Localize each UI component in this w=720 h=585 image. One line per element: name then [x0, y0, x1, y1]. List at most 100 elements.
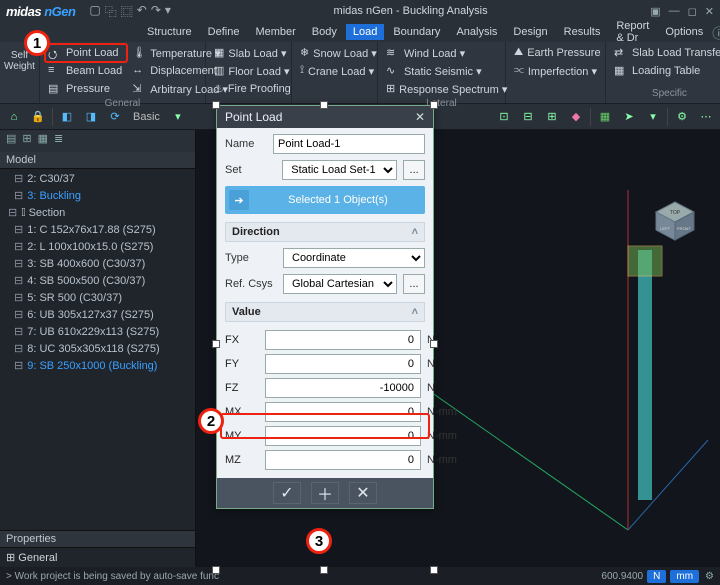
- menu-design[interactable]: Design: [506, 24, 554, 40]
- tab-props-icon[interactable]: ≣: [54, 132, 63, 150]
- help-icon[interactable]: ▣: [650, 5, 660, 18]
- model-header: Model: [0, 152, 195, 169]
- status-settings-icon[interactable]: ⚙: [705, 571, 714, 582]
- tab-layers-icon[interactable]: ▦: [38, 132, 48, 150]
- grid-icon[interactable]: ▦: [595, 107, 615, 127]
- imperfection-button[interactable]: ⫗Imperfection ▾: [510, 62, 601, 80]
- loading-table-button[interactable]: ▦Loading Table: [610, 62, 720, 80]
- set-browse-button[interactable]: ...: [403, 160, 425, 180]
- svg-text:FRONT: FRONT: [677, 226, 691, 231]
- fx-label: FX: [225, 334, 259, 346]
- dropdown-icon[interactable]: ▾: [643, 107, 663, 127]
- apply-button[interactable]: ✓: [273, 482, 301, 504]
- menu-structure[interactable]: Structure: [140, 24, 199, 40]
- cube-icon[interactable]: ◧: [57, 107, 77, 127]
- name-input[interactable]: [273, 134, 425, 154]
- refresh-icon[interactable]: ⟳: [105, 107, 125, 127]
- earth-icon: ⛰: [514, 46, 523, 60]
- tree-node: ⊟2: L 100x100x15.0 (S275): [8, 239, 195, 256]
- tree-node: ⊟9: SB 250x1000 (Buckling): [8, 358, 195, 375]
- cube2-icon[interactable]: ◨: [81, 107, 101, 127]
- qa-redo-icon[interactable]: ↷: [151, 3, 161, 20]
- pressure-icon: ▤: [48, 82, 62, 96]
- point-load-button[interactable]: ⭯Point Load: [44, 44, 126, 62]
- mx-unit: N·mm: [427, 406, 467, 418]
- status-unit-length[interactable]: mm: [670, 570, 699, 583]
- tab-model-icon[interactable]: ▤: [6, 132, 16, 150]
- view-tool-icon[interactable]: ⊡: [494, 107, 514, 127]
- fx-input[interactable]: [265, 330, 421, 350]
- view-cube[interactable]: TOP FRONT LEFT: [654, 200, 696, 242]
- qa-open-icon[interactable]: ⿻: [105, 3, 117, 20]
- response-spectrum-button[interactable]: ⊞Response Spectrum ▾: [382, 80, 501, 98]
- mz-input[interactable]: [265, 450, 421, 470]
- dialog-titlebar[interactable]: Point Load ✕: [217, 106, 433, 128]
- qa-save-icon[interactable]: ⿴: [121, 3, 133, 20]
- menu-member[interactable]: Member: [248, 24, 302, 40]
- transfer-icon: ⇄: [614, 46, 628, 60]
- slab-load-transfer-button[interactable]: ⇄Slab Load Transfer: [610, 44, 720, 62]
- status-unit-force[interactable]: N: [647, 570, 666, 583]
- qa-new-icon[interactable]: ▢: [89, 3, 100, 20]
- section-value[interactable]: Value˄: [225, 302, 425, 322]
- add-button[interactable]: ＋: [311, 482, 339, 504]
- menu-define[interactable]: Define: [201, 24, 247, 40]
- view-render-icon[interactable]: ◆: [566, 107, 586, 127]
- model-tree[interactable]: ⊟2: C30/37 ⊟3: Buckling ⊟𝕀 Section ⊟1: C…: [0, 169, 195, 530]
- crane-icon: ⟟: [300, 64, 304, 78]
- info-icon[interactable]: ⓘ: [712, 23, 720, 42]
- csys-select[interactable]: Global Cartesian: [283, 274, 397, 294]
- maximize-icon[interactable]: ◻: [688, 5, 697, 18]
- floor-load-button[interactable]: ▥Floor Load ▾: [210, 62, 287, 80]
- fy-input[interactable]: [265, 354, 421, 374]
- tab-tree-icon[interactable]: ⊞: [22, 132, 31, 150]
- my-input[interactable]: [265, 426, 421, 446]
- type-select[interactable]: Coordinate: [283, 248, 425, 268]
- slab-load-button[interactable]: ▦Slab Load ▾: [210, 44, 287, 62]
- mx-input[interactable]: [265, 402, 421, 422]
- qa-more-icon[interactable]: ▾: [165, 3, 171, 20]
- more-tools-icon[interactable]: ⋯: [696, 107, 716, 127]
- selection-arrow-icon[interactable]: ➔: [229, 190, 249, 210]
- status-coord: 600.9400: [601, 571, 643, 582]
- set-label: Set: [225, 164, 276, 176]
- fz-input[interactable]: [265, 378, 421, 398]
- beam-load-button[interactable]: ≡Beam Load: [44, 62, 126, 80]
- value-grid: FXN FYN FZN MXN·mm MYN·mm MZN·mm: [225, 328, 425, 472]
- set-select[interactable]: Static Load Set-1: [282, 160, 397, 180]
- chevron-up-icon: ˄: [412, 226, 418, 238]
- snow-load-button[interactable]: ❄Snow Load ▾: [296, 44, 373, 62]
- view-tool3-icon[interactable]: ⊞: [542, 107, 562, 127]
- crane-load-button[interactable]: ⟟Crane Load ▾: [296, 62, 373, 80]
- menu-results[interactable]: Results: [557, 24, 608, 40]
- minimize-icon[interactable]: —: [669, 5, 680, 18]
- view-tool2-icon[interactable]: ⊟: [518, 107, 538, 127]
- close-icon[interactable]: ✕: [705, 5, 714, 18]
- menu-options[interactable]: Options: [658, 24, 710, 40]
- cancel-button[interactable]: ✕: [349, 482, 377, 504]
- snow-icon: ❄: [300, 46, 309, 60]
- view-mode-basic[interactable]: Basic: [129, 111, 164, 123]
- lock-icon[interactable]: 🔒: [28, 107, 48, 127]
- wind-load-button[interactable]: ≋Wind Load ▾: [382, 44, 501, 62]
- menu-boundary[interactable]: Boundary: [386, 24, 447, 40]
- properties-general[interactable]: ⊞ General: [0, 548, 195, 567]
- dialog-close-icon[interactable]: ✕: [415, 110, 425, 124]
- menu-body[interactable]: Body: [305, 24, 344, 40]
- pressure-button[interactable]: ▤Pressure: [44, 80, 126, 98]
- gear-icon[interactable]: ⚙: [672, 107, 692, 127]
- earth-pressure-button[interactable]: ⛰Earth Pressure: [510, 44, 601, 62]
- svg-text:LEFT: LEFT: [660, 226, 670, 231]
- selection-bar[interactable]: ➔ Selected 1 Object(s): [225, 186, 425, 214]
- chevron-down-icon[interactable]: ▾: [168, 107, 188, 127]
- home-icon[interactable]: ⌂: [4, 107, 24, 127]
- section-direction[interactable]: Direction˄: [225, 222, 425, 242]
- arrow-icon[interactable]: ➤: [619, 107, 639, 127]
- fire-proofing-button[interactable]: ♨Fire Proofing: [210, 80, 287, 98]
- qa-undo-icon[interactable]: ↶: [137, 3, 147, 20]
- menu-analysis[interactable]: Analysis: [449, 24, 504, 40]
- static-seismic-button[interactable]: ∿Static Seismic ▾: [382, 62, 501, 80]
- csys-browse-button[interactable]: ...: [403, 274, 425, 294]
- menu-load[interactable]: Load: [346, 24, 384, 40]
- tree-node: ⊟5: SR 500 (C30/37): [8, 290, 195, 307]
